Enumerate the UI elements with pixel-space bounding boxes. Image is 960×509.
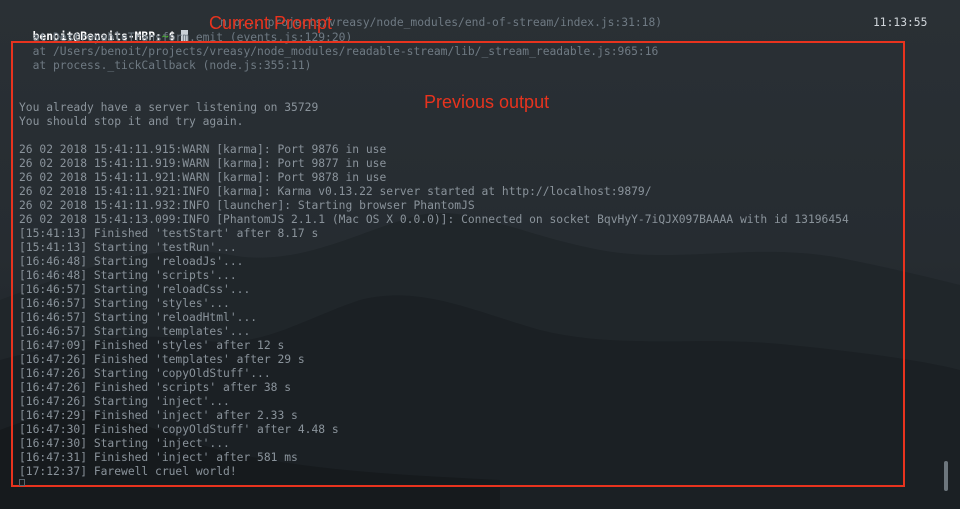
previous-output-annotation: Previous output xyxy=(424,92,550,112)
scrollbar[interactable] xyxy=(944,461,948,491)
current-prompt-annotation: Current Prompt xyxy=(209,13,333,33)
current-prompt[interactable]: benoit@Benoits-MBP:~$ xyxy=(19,16,189,43)
input-marker xyxy=(19,479,25,486)
clock: 11:13:55 xyxy=(873,16,928,29)
